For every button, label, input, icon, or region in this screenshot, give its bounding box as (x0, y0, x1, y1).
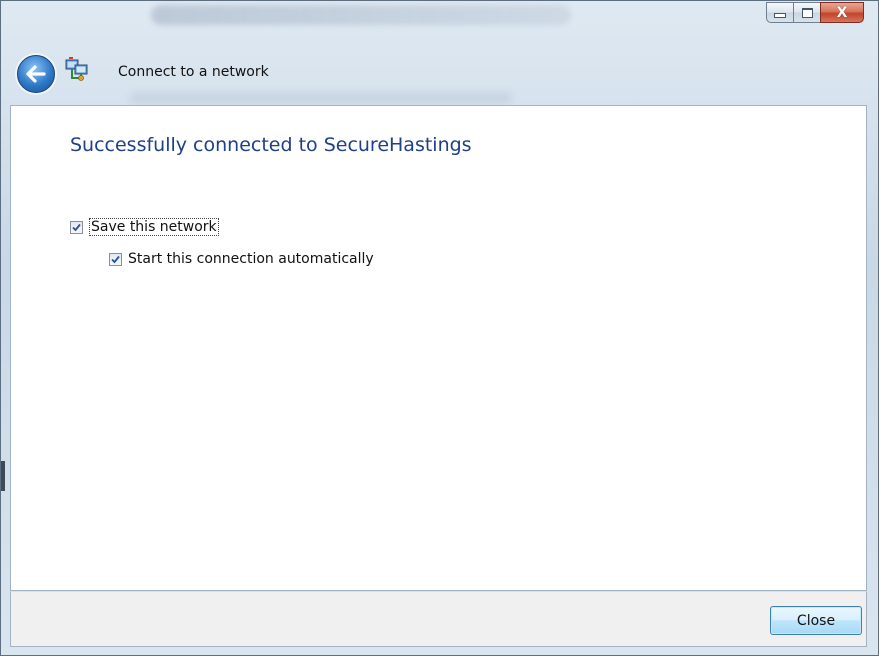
success-heading: Successfully connected to SecureHastings (70, 134, 472, 156)
back-button[interactable] (17, 55, 55, 93)
checkmark-icon (111, 255, 120, 263)
content-panel: Successfully connected to SecureHastings… (10, 105, 867, 591)
checkmark-icon (72, 223, 81, 231)
minimize-button[interactable] (766, 2, 793, 23)
back-arrow-icon (26, 65, 46, 83)
start-automatically-checkbox[interactable] (109, 252, 122, 266)
minimize-icon (774, 13, 786, 18)
start-automatically-label[interactable]: Start this connection automatically (128, 251, 374, 267)
start-automatically-option[interactable]: Start this connection automatically (109, 251, 374, 267)
background-blur (151, 5, 571, 25)
save-network-checkbox[interactable] (70, 220, 83, 234)
close-button[interactable]: Close (770, 606, 862, 635)
caption-buttons: X (766, 2, 864, 23)
save-network-label[interactable]: Save this network (89, 218, 219, 236)
dialog-footer: Close (10, 591, 867, 647)
background-blur-bar (131, 93, 511, 103)
save-network-option[interactable]: Save this network (70, 218, 219, 236)
maximize-icon (801, 7, 813, 18)
close-window-button[interactable]: X (820, 2, 864, 23)
maximize-button[interactable] (793, 2, 820, 23)
background-edge (1, 461, 5, 491)
window-title: Connect to a network (118, 64, 269, 80)
connect-network-window: X Connect to a network Successfully conn… (0, 0, 879, 656)
close-icon: X (836, 4, 848, 21)
network-icon (65, 57, 88, 81)
